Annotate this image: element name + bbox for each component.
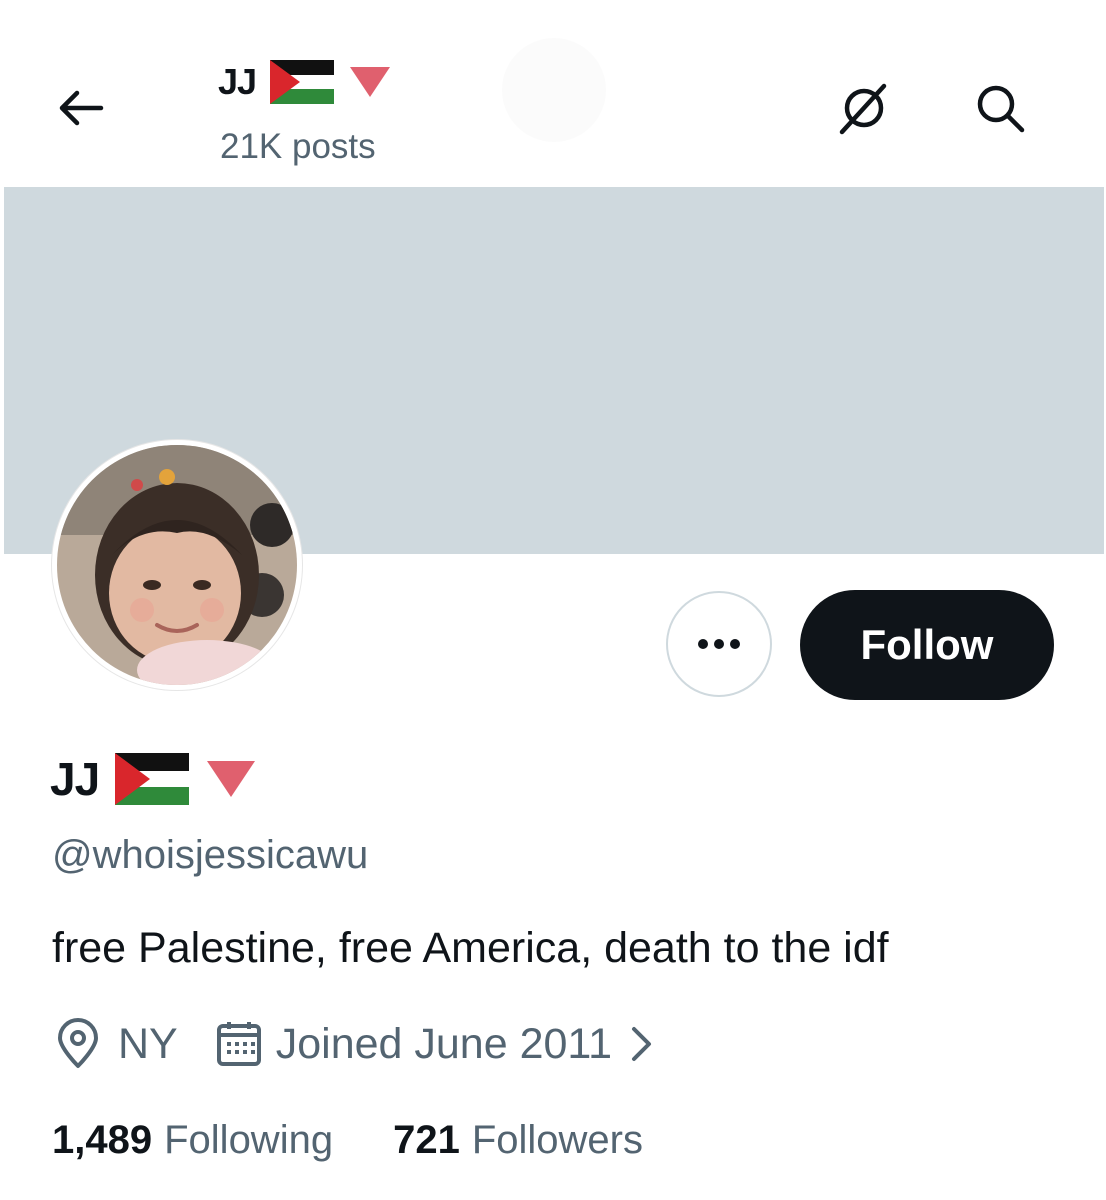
search-icon xyxy=(977,85,1025,133)
more-icon xyxy=(698,639,740,649)
avatar-photo xyxy=(57,445,297,685)
posts-count: 21K posts xyxy=(220,127,376,166)
following-count: 1,489 xyxy=(52,1118,153,1162)
grok-icon xyxy=(839,83,887,135)
joined-text: Joined June 2011 xyxy=(275,1019,613,1068)
joined-item[interactable]: Joined June 2011 xyxy=(216,1020,656,1069)
palestine-flag-icon xyxy=(270,60,335,104)
followers-label: Followers xyxy=(471,1118,643,1162)
followers-link[interactable]: 721 Followers xyxy=(393,1118,643,1163)
back-button[interactable] xyxy=(50,78,110,138)
header-title: JJ xyxy=(218,60,392,104)
more-options-button[interactable] xyxy=(666,591,772,697)
profile-bio: free Palestine, free America, death to t… xyxy=(52,924,889,972)
following-link[interactable]: 1,489 Following xyxy=(52,1118,333,1163)
profile-handle: @whoisjessicawu xyxy=(52,833,369,877)
chevron-right-icon xyxy=(632,1027,652,1061)
profile-meta: NY Joined June 2011 xyxy=(52,1018,656,1070)
grok-button[interactable] xyxy=(832,76,896,140)
faded-circle xyxy=(502,38,606,142)
arrow-left-icon xyxy=(59,90,104,126)
search-button[interactable] xyxy=(968,76,1032,140)
follow-button[interactable]: Follow xyxy=(800,590,1054,700)
followers-count: 721 xyxy=(393,1118,460,1162)
red-triangle-icon xyxy=(350,67,391,97)
palestine-flag-icon xyxy=(115,753,190,805)
following-label: Following xyxy=(164,1118,334,1162)
avatar[interactable] xyxy=(52,440,302,690)
profile-display-name: JJ xyxy=(50,753,100,805)
calendar-icon xyxy=(216,1022,261,1066)
header-display-name: JJ xyxy=(218,61,257,102)
profile-stats: 1,489 Following 721 Followers xyxy=(52,1118,643,1163)
location-text: NY xyxy=(118,1019,178,1068)
location-item: NY xyxy=(52,1018,178,1070)
red-triangle-icon xyxy=(207,761,256,797)
profile-name: JJ xyxy=(50,752,257,806)
location-pin-icon xyxy=(58,1018,98,1068)
